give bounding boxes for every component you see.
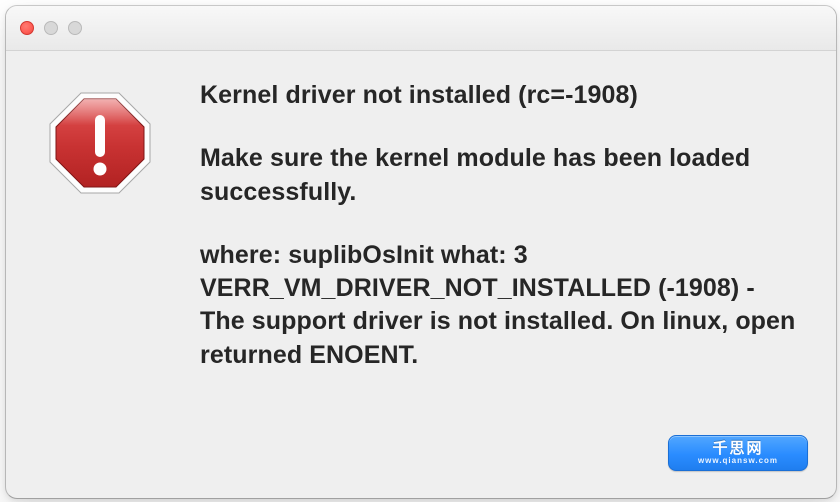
titlebar xyxy=(6,6,836,51)
window-controls xyxy=(20,21,82,35)
zoom-button[interactable] xyxy=(68,21,82,35)
watermark-button[interactable]: 千思网 www.qiansw.com xyxy=(668,435,808,471)
message-line-1: Kernel driver not installed (rc=-1908) xyxy=(200,79,806,112)
message-line-2: Make sure the kernel module has been loa… xyxy=(200,142,806,209)
dialog-body: Kernel driver not installed (rc=-1908) M… xyxy=(6,51,836,499)
watermark-line-1: 千思网 xyxy=(712,441,763,456)
screenshot-canvas: Kernel driver not installed (rc=-1908) M… xyxy=(0,0,840,502)
close-button[interactable] xyxy=(20,21,34,35)
dialog-icon-wrap xyxy=(30,79,170,204)
minimize-button[interactable] xyxy=(44,21,58,35)
watermark-line-2: www.qiansw.com xyxy=(698,456,778,466)
dialog-window: Kernel driver not installed (rc=-1908) M… xyxy=(5,5,837,499)
message-line-3: where: suplibOsInit what: 3 VERR_VM_DRIV… xyxy=(200,239,806,372)
stop-alert-icon xyxy=(44,87,156,204)
message-area: Kernel driver not installed (rc=-1908) M… xyxy=(200,79,806,372)
